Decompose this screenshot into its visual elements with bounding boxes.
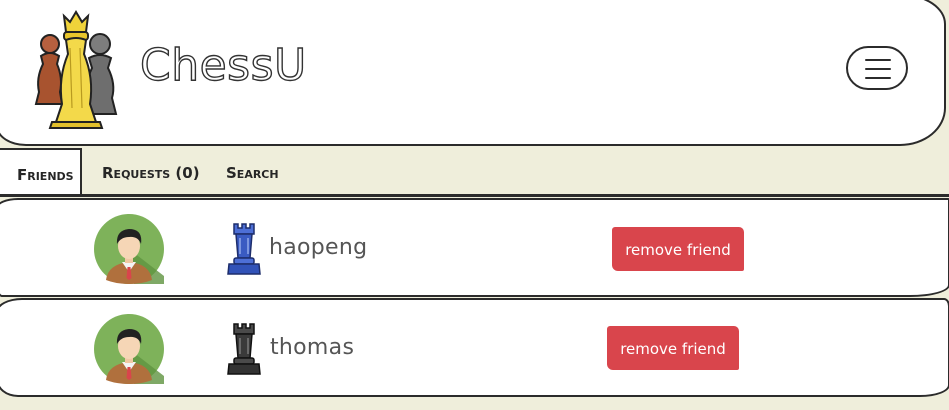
blue-rook-icon <box>227 223 261 275</box>
menu-icon-bar <box>865 77 891 79</box>
friend-username[interactable]: thomas <box>270 330 354 366</box>
app-title[interactable]: ChessU <box>139 38 307 94</box>
friend-row: thomas remove friend <box>0 298 949 397</box>
app-header: ChessU <box>0 0 946 146</box>
tab-requests[interactable]: Requests (0) <box>102 148 200 196</box>
remove-friend-button[interactable]: remove friend <box>607 326 739 370</box>
black-rook-icon <box>227 323 261 375</box>
menu-icon-bar <box>865 68 891 70</box>
remove-friend-button[interactable]: remove friend <box>612 227 744 271</box>
friend-username[interactable]: haopeng <box>269 230 367 266</box>
menu-icon <box>865 59 891 61</box>
friend-row: haopeng remove friend <box>0 198 949 297</box>
avatar-icon <box>94 314 164 384</box>
chess-pieces-logo-icon[interactable] <box>26 8 126 130</box>
tabs-divider <box>0 194 949 197</box>
avatar-icon <box>94 214 164 284</box>
tab-friends[interactable]: Friends <box>0 148 82 196</box>
tab-search[interactable]: Search <box>226 148 279 196</box>
friends-tabs: Friends Requests (0) Search <box>0 148 949 196</box>
hamburger-menu-button[interactable] <box>846 46 908 90</box>
